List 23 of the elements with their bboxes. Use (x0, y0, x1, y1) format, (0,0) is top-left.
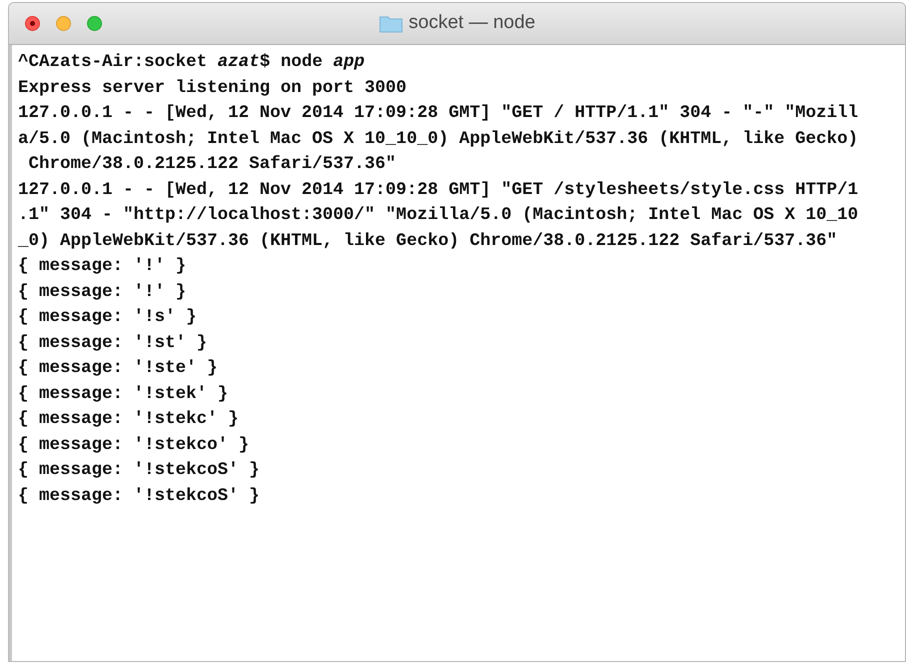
zoom-button[interactable] (87, 16, 102, 31)
terminal-line: { message: '!stekcoS' } (18, 484, 261, 508)
terminal-line: { message: '!stekc' } (18, 408, 240, 431)
terminal-line: { message: '!stek' } (18, 382, 230, 406)
terminal-line: ^CAzats-Air:socket azat$ node app (18, 51, 366, 74)
minimize-button[interactable] (56, 16, 71, 31)
window-title: socket — node (408, 11, 536, 36)
terminal-line: 127.0.0.1 - - [Wed, 12 Nov 2014 17:09:28 GMT] "GET /stylesheets/style.css HTTP/1 (18, 178, 860, 202)
terminal-line: { message: '!' } (18, 280, 188, 304)
terminal-line: { message: '!stekcoS' } (18, 459, 261, 482)
terminal-line: { message: '!ste' } (18, 357, 219, 380)
terminal-line: { message: '!stekco' } (18, 434, 250, 456)
terminal-line: Express server listening on port 3000 (18, 76, 408, 100)
close-button[interactable] (25, 16, 40, 31)
terminal-line: { message: '!st' } (18, 332, 208, 354)
terminal-line: a/5.0 (Macintosh; Intel Mac OS X 10_10_0) AppleWebKit/537.36 (KHTML, like Gecko) (18, 128, 860, 150)
folder-icon (378, 14, 403, 33)
terminal-line: { message: '!s' } (18, 306, 198, 329)
terminal-line: 127.0.0.1 - - [Wed, 12 Nov 2014 17:09:28 GMT] "GET / HTTP/1.1" 304 - "-" "Mozill (18, 102, 860, 125)
terminal-line: Chrome/38.0.2125.122 Safari/537.36" (28, 153, 398, 176)
terminal-line: .1" 304 - "http://localhost:3000/" "Mozilla/5.0 (Macintosh; Intel Mac OS X 10_10 (18, 204, 860, 227)
terminal-line: { message: '!' } (18, 255, 188, 278)
terminal-line: _0) AppleWebKit/537.36 (KHTML, like Gecko) Chrome/38.0.2125.122 Safari/537.36" (18, 230, 838, 252)
